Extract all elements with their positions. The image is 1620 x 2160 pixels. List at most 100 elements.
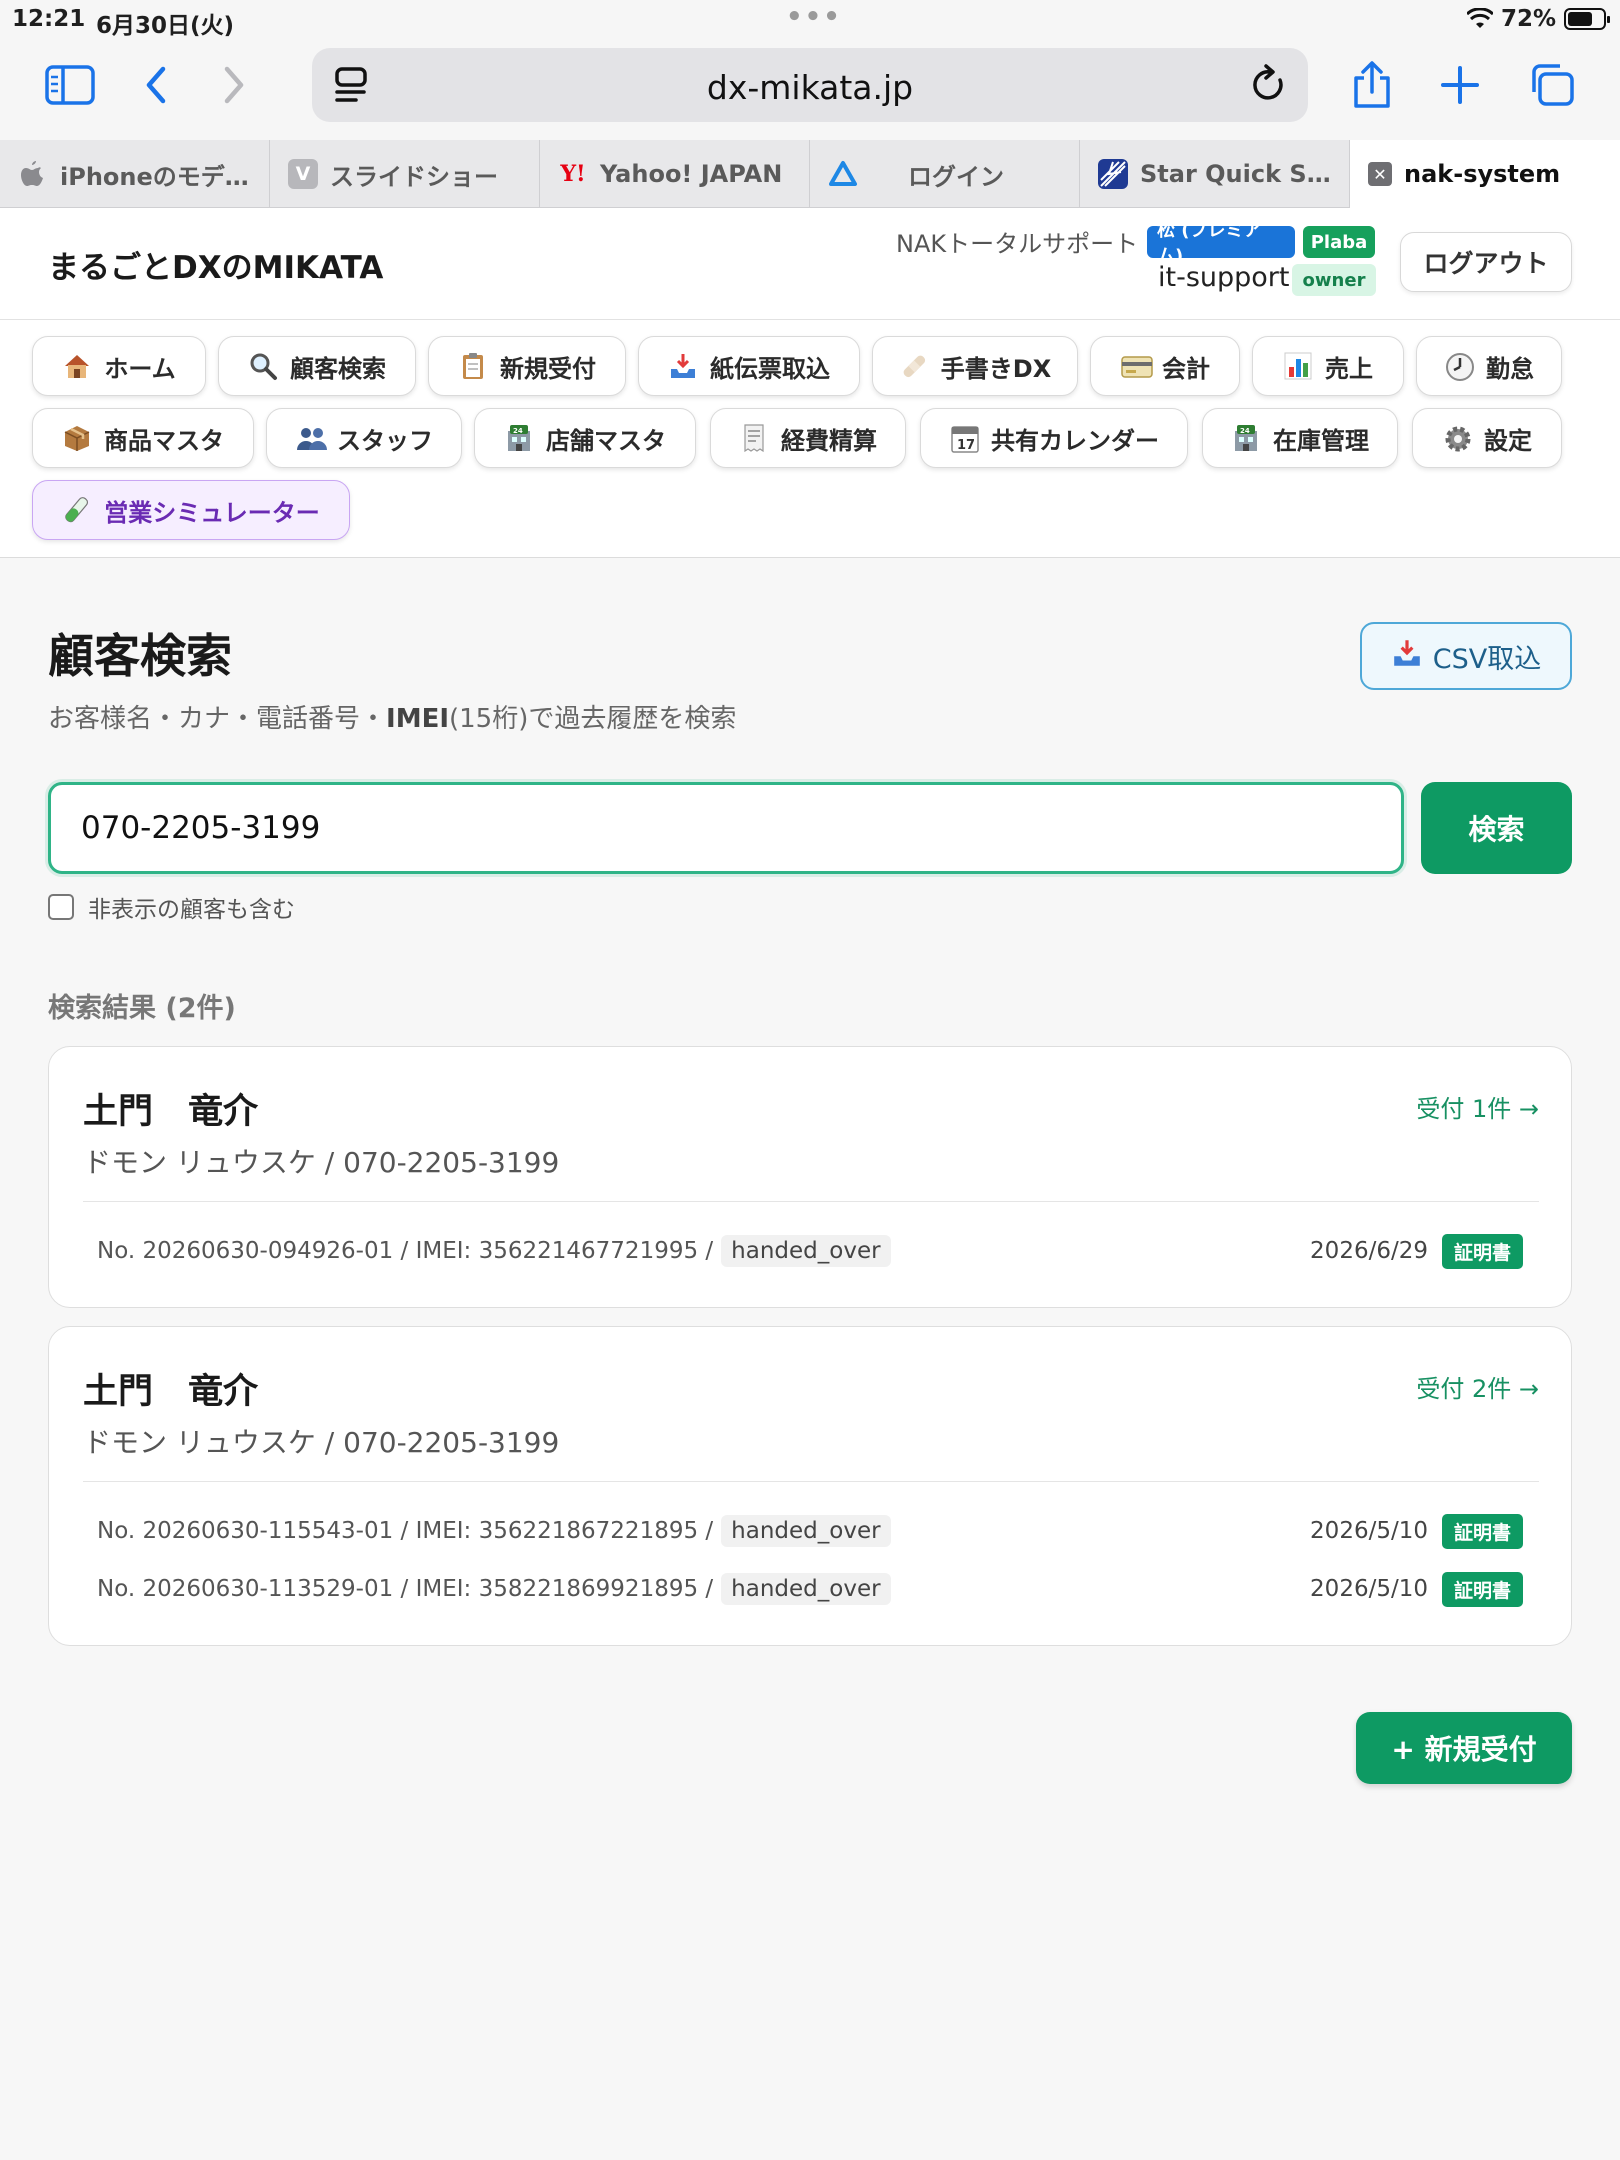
new-reception-button[interactable]: + 新規受付 — [1356, 1712, 1572, 1784]
nav-shared-calendar[interactable]: 17 共有カレンダー — [920, 408, 1188, 468]
tab-label: Star Quick S… — [1140, 160, 1331, 188]
svg-text:24: 24 — [513, 427, 523, 435]
nav-label: 営業シミュレーター — [104, 498, 320, 527]
close-icon[interactable]: ✕ — [1368, 162, 1392, 186]
credit-card-icon — [1120, 351, 1153, 381]
reload-icon[interactable] — [1250, 64, 1288, 108]
status-time: 12:21 — [12, 6, 86, 32]
nav-product-master[interactable]: 商品マスタ — [32, 408, 254, 468]
house-icon — [62, 351, 92, 381]
nav-paper-import[interactable]: 紙伝票取込 — [638, 336, 860, 396]
tab-label: nak-system — [1404, 160, 1561, 188]
customer-card[interactable]: 土門 竜介 ドモン リュウスケ / 070-2205-3199 受付 2件 → … — [48, 1326, 1572, 1646]
apple-icon — [18, 159, 48, 189]
nav-label: 商品マスタ — [104, 426, 224, 455]
nav-label: 手書きDX — [940, 354, 1052, 383]
nav-expenses[interactable]: 経費精算 — [710, 408, 906, 468]
forward-icon[interactable] — [204, 58, 264, 112]
app-header: まるごとDXのMIKATA NAKトータルサポート 松 (プレミアム) Plab… — [0, 208, 1620, 320]
browser-tab[interactable]: ログイン — [810, 140, 1080, 208]
browser-tab[interactable]: Y! Yahoo! JAPAN — [540, 140, 810, 208]
browser-tab[interactable]: iPhoneのモデ… — [0, 140, 270, 208]
card-divider — [83, 1201, 1539, 1202]
include-hidden-row[interactable]: 非表示の顧客も含む — [48, 890, 295, 924]
people-icon — [295, 423, 327, 453]
tab-label: iPhoneのモデ… — [60, 162, 249, 191]
address-bar[interactable]: dx-mikata.jp — [312, 48, 1308, 122]
multitask-dots-icon[interactable]: ••• — [786, 2, 842, 32]
subtitle-imei: IMEI — [386, 704, 449, 734]
include-hidden-checkbox[interactable] — [48, 894, 74, 920]
nav-sales[interactable]: 売上 — [1252, 336, 1404, 396]
reception-link[interactable]: 受付 2件 → — [1416, 1369, 1539, 1404]
nav-attendance[interactable]: 勤怠 — [1416, 336, 1562, 396]
share-icon[interactable] — [1342, 58, 1402, 112]
plan-badge: 松 (プレミアム) — [1147, 220, 1295, 267]
nav-staff[interactable]: スタッフ — [266, 408, 462, 468]
customer-kana-phone: ドモン リュウスケ / 070-2205-3199 — [83, 1426, 560, 1459]
nav-label: 会計 — [1162, 354, 1210, 383]
nav-inventory[interactable]: 24 在庫管理 — [1202, 408, 1398, 468]
reception-record[interactable]: No. 20260630-113529-01 / IMEI: 358221869… — [97, 1569, 1523, 1609]
battery-icon — [1564, 8, 1610, 30]
nav-settings[interactable]: 設定 — [1412, 408, 1562, 468]
browser-tab-active[interactable]: ✕ nak-system — [1350, 140, 1620, 208]
record-date: 2026/5/10 — [1310, 1576, 1428, 1602]
url-text: dx-mikata.jp — [706, 68, 914, 107]
reception-link[interactable]: 受付 1件 → — [1416, 1089, 1539, 1124]
nav-new-reception[interactable]: 新規受付 — [428, 336, 626, 396]
user-name: it-support — [1158, 262, 1290, 293]
nav-label: 勤怠 — [1486, 354, 1534, 383]
back-icon[interactable] — [126, 58, 186, 112]
organization-name: NAKトータルサポート — [896, 230, 1139, 258]
magnifier-icon — [248, 351, 278, 381]
brand-logo[interactable]: まるごとDXのMIKATA — [48, 242, 383, 287]
wifi-icon — [1466, 8, 1493, 28]
receipt-icon — [739, 423, 769, 453]
nav-sales-simulator[interactable]: 営業シミュレーター — [32, 480, 350, 540]
sidebar-toggle-icon[interactable] — [40, 58, 100, 112]
record-date: 2026/5/10 — [1310, 1518, 1428, 1544]
v-icon: V — [288, 159, 318, 189]
nav-accounting[interactable]: 会計 — [1090, 336, 1240, 396]
tab-strip: iPhoneのモデ… V スライドショー Y! Yahoo! JAPAN ログイ… — [0, 140, 1620, 208]
certificate-button[interactable]: 証明書 — [1441, 1233, 1523, 1269]
card-divider — [83, 1481, 1539, 1482]
clock-icon — [1444, 351, 1474, 381]
certificate-button[interactable]: 証明書 — [1441, 1571, 1523, 1607]
tab-overview-icon[interactable] — [1522, 58, 1582, 112]
plan-badge-secondary: Plaba — [1303, 226, 1375, 258]
browser-tab[interactable]: Star Quick S… — [1080, 140, 1350, 208]
triangle-icon — [828, 159, 858, 189]
nav-store-master[interactable]: 24 店舗マスタ — [474, 408, 696, 468]
nav-handwriting-dx[interactable]: 手書きDX — [872, 336, 1078, 396]
subtitle-text: お客様名・カナ・電話番号・ — [48, 704, 387, 734]
test-tube-icon — [62, 495, 92, 525]
customer-card[interactable]: 土門 竜介 ドモン リュウスケ / 070-2205-3199 受付 1件 → … — [48, 1046, 1572, 1308]
certificate-button[interactable]: 証明書 — [1441, 1513, 1523, 1549]
status-badge: handed_over — [721, 1515, 891, 1547]
logout-button[interactable]: ログアウト — [1400, 232, 1572, 292]
clipboard-icon — [458, 351, 488, 381]
csv-import-button[interactable]: CSV取込 — [1360, 622, 1572, 690]
browser-tab[interactable]: V スライドショー — [270, 140, 540, 208]
nav-home[interactable]: ホーム — [32, 336, 206, 396]
status-date: 6月30日(火) — [96, 13, 235, 39]
inbox-tray-icon — [1391, 637, 1423, 676]
customer-kana-phone: ドモン リュウスケ / 070-2205-3199 — [83, 1146, 560, 1179]
gear-icon — [1442, 423, 1472, 453]
csv-import-label: CSV取込 — [1432, 643, 1542, 675]
inbox-tray-icon — [668, 351, 698, 381]
search-input[interactable]: 070-2205-3199 — [48, 782, 1404, 874]
nav-label: 在庫管理 — [1273, 426, 1369, 455]
status-badge: handed_over — [721, 1573, 891, 1605]
reception-record[interactable]: No. 20260630-115543-01 / IMEI: 356221867… — [97, 1511, 1523, 1551]
record-date: 2026/6/29 — [1310, 1238, 1428, 1264]
nav-customer-search[interactable]: 顧客検索 — [218, 336, 416, 396]
star-quick-icon — [1098, 159, 1128, 189]
new-tab-icon[interactable] — [1430, 58, 1490, 112]
store-icon: 24 — [1231, 423, 1261, 453]
search-button[interactable]: 検索 — [1421, 782, 1572, 874]
nav-label: 売上 — [1325, 354, 1373, 383]
reception-record[interactable]: No. 20260630-094926-01 / IMEI: 356221467… — [97, 1231, 1523, 1271]
